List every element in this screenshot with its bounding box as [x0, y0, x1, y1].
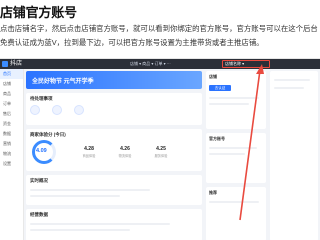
placeholder-line: [209, 97, 259, 99]
metric-value: 4.28: [84, 146, 94, 152]
todo-item-icon[interactable]: [30, 105, 40, 115]
placeholder-line: [274, 87, 304, 89]
sidebar: 首页 店铺 商品 订单 售后 资金 数据 营销 物流 设置: [0, 69, 24, 240]
right-panel: 店铺 去认证 官方账号 推荐: [206, 71, 266, 240]
app-topbar: 抖店 店铺 ▾ 商品 ▾ 订单 ▾ ··· 店铺名称 ▾: [0, 59, 320, 69]
app-name: 抖店: [10, 61, 23, 67]
sidebar-item-funds[interactable]: 资金: [0, 119, 23, 129]
todo-title: 待处理事项: [30, 96, 53, 101]
sidebar-item-shop[interactable]: 店铺: [0, 79, 23, 89]
placeholder-line: [209, 147, 257, 149]
placeholder-line: [30, 229, 130, 231]
placeholder-line: [209, 103, 249, 105]
stat-title: 实时概况: [30, 178, 48, 183]
metric-product: 4.28 商品体验: [78, 146, 100, 158]
placeholder-line: [209, 201, 259, 203]
score-title: 商家体验分 (今日): [30, 132, 66, 137]
placeholder-line: [30, 189, 150, 191]
metric-label: 服务体验: [154, 154, 168, 158]
banner-text: 全民好物节 元气开学季: [32, 79, 94, 85]
sidebar-item-data[interactable]: 数据: [0, 129, 23, 139]
verify-button[interactable]: 去认证: [209, 85, 231, 91]
score-value: 4.09: [36, 148, 47, 154]
metric-logistics: 4.26 物流体验: [114, 146, 136, 158]
sidebar-item-settings[interactable]: 设置: [0, 159, 23, 169]
main-content: 全民好物节 元气开学季 待处理事项 商家体验分 (今日) 4.09 4.28 商…: [26, 71, 202, 240]
far-right-panel: [270, 71, 318, 240]
article: 店铺官方账号 点击店铺名字，然后点击店铺官方账号，就可以看到你绑定的官方账号，官…: [0, 0, 320, 240]
placeholder-line: [30, 195, 120, 197]
shop-card: 店铺 去认证: [206, 71, 266, 129]
shop-name-button[interactable]: 店铺名称 ▾: [222, 60, 270, 68]
promo-banner[interactable]: 全民好物节 元气开学季: [26, 71, 202, 89]
sidebar-item-products[interactable]: 商品: [0, 89, 23, 99]
metric-label: 物流体验: [118, 154, 132, 158]
placeholder-line: [274, 79, 310, 81]
metric-service: 4.25 服务体验: [150, 146, 172, 158]
shop-card-title: 店铺: [209, 74, 217, 79]
recommend-card: 推荐: [206, 187, 266, 240]
sidebar-item-orders[interactable]: 订单: [0, 99, 23, 109]
metric-label: 商品体验: [82, 154, 96, 158]
article-heading: 店铺官方账号: [0, 5, 77, 20]
todo-item-icon[interactable]: [52, 105, 62, 115]
todo-card: 待处理事项: [26, 93, 202, 125]
experience-score-card: 商家体验分 (今日) 4.09 4.28 商品体验 4.26 物流体验 4.25…: [26, 129, 202, 171]
sidebar-item-home[interactable]: 首页: [0, 69, 23, 79]
sidebar-item-aftersale[interactable]: 售后: [0, 109, 23, 119]
business-data-card: 经营数据: [26, 209, 202, 240]
metric-value: 4.25: [156, 146, 166, 152]
top-nav[interactable]: 店铺 ▾ 商品 ▾ 订单 ▾ ···: [130, 60, 171, 68]
realtime-stats-card: 实时概况: [26, 175, 202, 205]
todo-list: [30, 105, 84, 115]
placeholder-line: [30, 223, 170, 225]
sidebar-item-marketing[interactable]: 营销: [0, 139, 23, 149]
embedded-screenshot: 抖店 店铺 ▾ 商品 ▾ 订单 ▾ ··· 店铺名称 ▾ 首页 店铺 商品 订单…: [0, 58, 320, 240]
data-title: 经营数据: [30, 212, 48, 217]
todo-item-icon[interactable]: [74, 105, 84, 115]
official-account-card: 官方账号: [206, 133, 266, 183]
sidebar-item-logistics[interactable]: 物流: [0, 149, 23, 159]
app-logo-icon: [2, 61, 8, 67]
recommend-title: 推荐: [209, 190, 217, 195]
placeholder-line: [209, 153, 245, 155]
metric-value: 4.26: [120, 146, 130, 152]
article-paragraph: 点击店铺名字，然后点击店铺官方账号，就可以看到你绑定的官方账号，官方账号可以在这…: [0, 24, 318, 47]
official-account-title: 官方账号: [209, 136, 225, 141]
